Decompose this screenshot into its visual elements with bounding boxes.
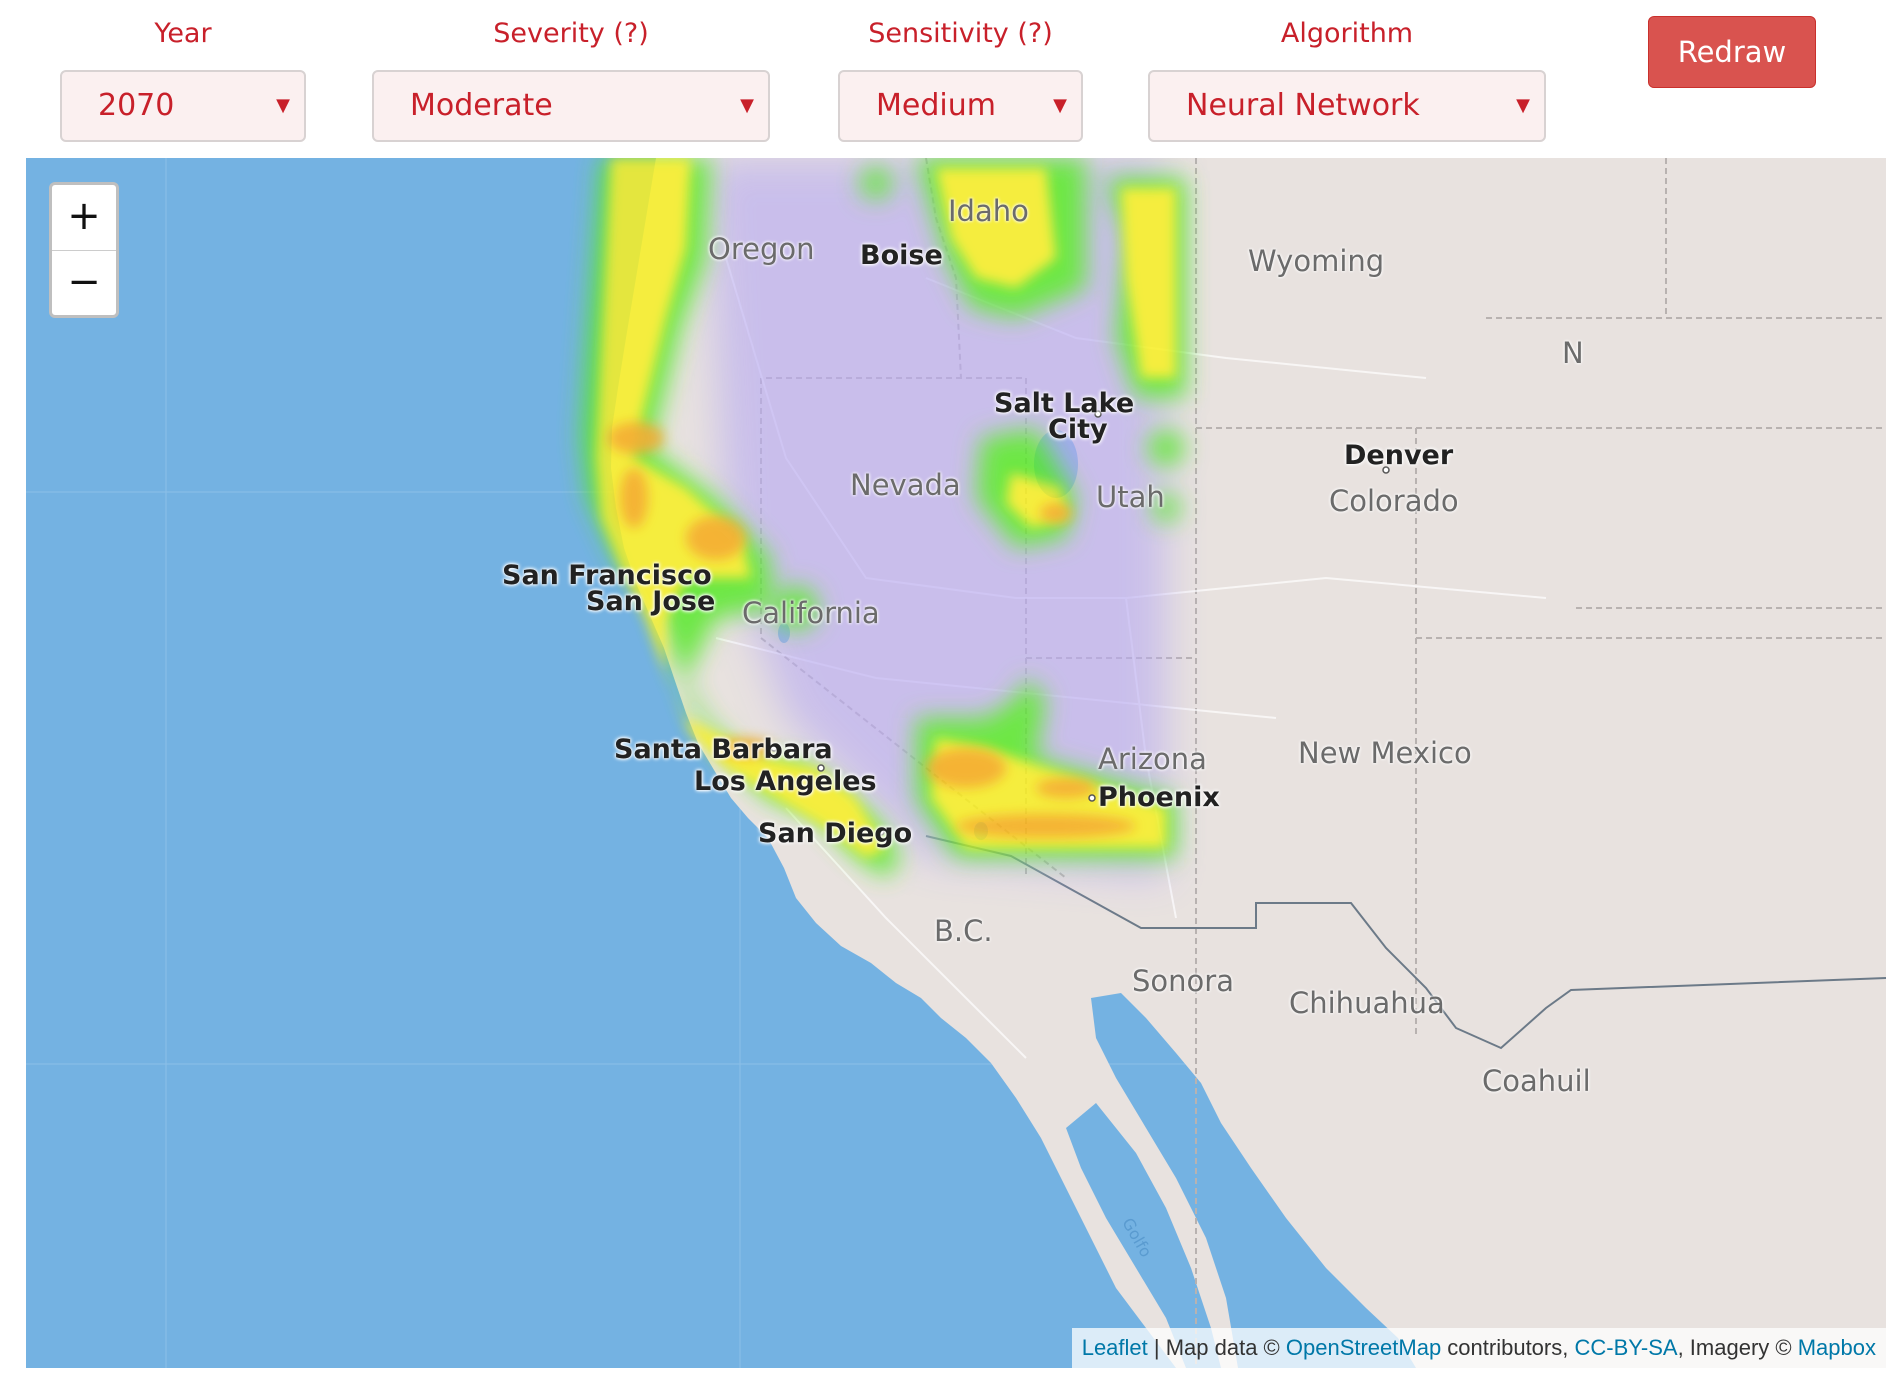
state-label-utah: Utah xyxy=(1096,480,1165,514)
redraw-button[interactable]: Redraw xyxy=(1648,16,1816,88)
attribution-contributors: contributors, xyxy=(1441,1335,1575,1360)
mapbox-link[interactable]: Mapbox xyxy=(1798,1335,1876,1360)
region-label-coahuila: Coahuil xyxy=(1482,1064,1591,1098)
map-view[interactable]: + − Oregon Idaho Wyoming Nevada Utah Col… xyxy=(26,158,1886,1368)
severity-value: Moderate xyxy=(410,88,553,123)
city-label-san-jose: San Jose xyxy=(586,586,716,617)
state-label-colorado: Colorado xyxy=(1329,484,1459,518)
zoom-control: + − xyxy=(49,182,119,318)
city-label-boise: Boise xyxy=(860,240,943,271)
city-label-santa-barbara: Santa Barbara xyxy=(614,734,833,765)
openstreetmap-link[interactable]: OpenStreetMap xyxy=(1286,1335,1441,1360)
leaflet-link[interactable]: Leaflet xyxy=(1082,1335,1148,1360)
map-attribution: Leaflet | Map data © OpenStreetMap contr… xyxy=(1071,1328,1886,1368)
year-label: Year xyxy=(154,18,212,49)
chevron-down-icon: ▼ xyxy=(276,95,290,116)
state-label-edge: N xyxy=(1562,336,1584,370)
state-label-wyoming: Wyoming xyxy=(1248,244,1385,278)
region-label-chihuahua: Chihuahua xyxy=(1289,986,1445,1020)
state-label-idaho: Idaho xyxy=(948,194,1029,228)
algorithm-select[interactable]: Neural Network ▼ xyxy=(1148,70,1546,142)
chevron-down-icon: ▼ xyxy=(1053,95,1067,116)
severity-select[interactable]: Moderate ▼ xyxy=(372,70,770,142)
zoom-in-button[interactable]: + xyxy=(52,185,116,250)
year-value: 2070 xyxy=(98,88,175,123)
state-label-nevada: Nevada xyxy=(850,468,961,502)
attribution-imagery: , Imagery © xyxy=(1677,1335,1798,1360)
zoom-out-button[interactable]: − xyxy=(52,250,116,315)
city-label-san-diego: San Diego xyxy=(758,818,913,849)
basemap xyxy=(26,158,1886,1368)
state-label-oregon: Oregon xyxy=(708,232,815,266)
algorithm-value: Neural Network xyxy=(1186,88,1420,123)
region-label-sonora: Sonora xyxy=(1132,964,1234,998)
state-label-california: California xyxy=(742,596,880,630)
chevron-down-icon: ▼ xyxy=(740,95,754,116)
city-label-los-angeles: Los Angeles xyxy=(694,766,877,797)
city-label-phoenix: Phoenix xyxy=(1098,782,1220,813)
attribution-sep: | Map data © xyxy=(1147,1335,1286,1360)
algorithm-label: Algorithm xyxy=(1280,18,1414,49)
chevron-down-icon: ▼ xyxy=(1516,95,1530,116)
severity-label[interactable]: Severity (?) xyxy=(372,18,770,49)
sensitivity-label[interactable]: Sensitivity (?) xyxy=(838,18,1083,49)
state-label-arizona: Arizona xyxy=(1098,742,1207,776)
region-label-bc: B.C. xyxy=(934,914,993,948)
city-label-denver: Denver xyxy=(1344,440,1454,471)
cc-by-sa-link[interactable]: CC-BY-SA xyxy=(1574,1335,1677,1360)
sensitivity-select[interactable]: Medium ▼ xyxy=(838,70,1083,142)
city-label-salt-lake-city: City xyxy=(1048,414,1108,445)
year-select[interactable]: 2070 ▼ xyxy=(60,70,306,142)
state-label-new-mexico: New Mexico xyxy=(1298,736,1472,770)
sensitivity-value: Medium xyxy=(876,88,996,123)
